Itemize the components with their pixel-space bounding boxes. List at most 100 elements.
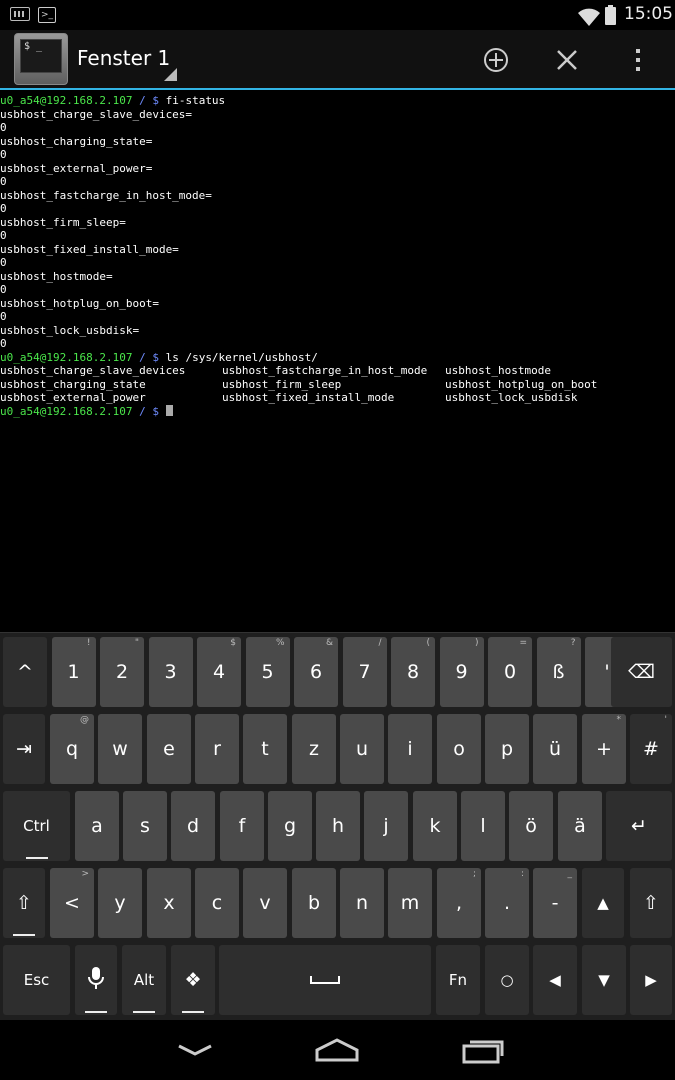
shift-key[interactable]: ⇧	[3, 868, 45, 938]
key-l[interactable]: l	[461, 791, 505, 861]
key-3[interactable]: 3	[148, 637, 193, 707]
key-6[interactable]: 6 &	[294, 637, 338, 707]
key-v[interactable]: v	[243, 868, 287, 938]
key-8[interactable]: 8(	[391, 637, 435, 707]
key-j[interactable]: j	[364, 791, 408, 861]
key-label: ▲	[597, 894, 609, 912]
key-<[interactable]: < >	[50, 868, 94, 938]
key-label: f	[238, 815, 246, 837]
key-r[interactable]: r	[195, 714, 239, 784]
key-label: ö	[525, 815, 537, 837]
recents-icon[interactable]	[458, 1034, 508, 1068]
key-7[interactable]: 7/	[342, 637, 387, 707]
key-label: r	[213, 738, 221, 760]
key-1[interactable]: 1!	[51, 637, 96, 707]
close-window-button[interactable]	[549, 42, 585, 78]
app-icon[interactable]: $ _	[14, 33, 68, 85]
key-ü[interactable]: ü	[533, 714, 577, 784]
key-.[interactable]: .:	[485, 868, 529, 938]
key-label: ⌫	[628, 661, 655, 683]
key-g[interactable]: g	[268, 791, 312, 861]
key-label: g	[283, 815, 297, 837]
key-e[interactable]: e	[147, 714, 191, 784]
arrow-right-key[interactable]: ▶	[630, 945, 672, 1015]
prompt-path: / $	[132, 94, 166, 107]
key-Fn[interactable]: Fn	[436, 945, 480, 1015]
key-y[interactable]: y	[98, 868, 142, 938]
key-Ctrl[interactable]: Ctrl	[3, 791, 70, 861]
key-label: ^	[17, 661, 33, 683]
key-label: k	[429, 815, 441, 837]
key-^[interactable]: ^	[3, 637, 47, 707]
key-#[interactable]: # '	[630, 714, 672, 784]
key-label: p	[500, 738, 514, 760]
tab-key[interactable]: ⇥	[3, 714, 45, 784]
key-ö[interactable]: ö	[509, 791, 553, 861]
special-key[interactable]: ❖	[171, 945, 215, 1015]
enter-key[interactable]: ↵	[606, 791, 672, 861]
key-w[interactable]: w	[98, 714, 142, 784]
key-label: o	[453, 738, 465, 760]
arrow-down-key[interactable]: ▼	[582, 945, 626, 1015]
key-m[interactable]: m	[388, 868, 432, 938]
space-key[interactable]	[219, 945, 431, 1015]
key-h[interactable]: h	[316, 791, 360, 861]
arrow-left-key[interactable]: ◀	[533, 945, 577, 1015]
terminal-output[interactable]: u0_a54@192.168.2.107 / $ fi-status usbhos…	[0, 92, 675, 632]
key-4[interactable]: 4 $	[197, 637, 241, 707]
key-Alt[interactable]: Alt	[122, 945, 166, 1015]
key-u[interactable]: u	[340, 714, 384, 784]
key-p[interactable]: p	[485, 714, 529, 784]
key-label: +	[596, 738, 612, 760]
key--[interactable]: - _	[533, 868, 577, 938]
window-title[interactable]: Fenster 1	[77, 46, 170, 70]
shift-key[interactable]: ⇧	[630, 868, 672, 938]
key-2[interactable]: 2 "	[100, 637, 144, 707]
key-label: ü	[548, 738, 562, 760]
key-label: v	[259, 892, 271, 914]
output-line: 0	[0, 337, 7, 350]
key-Esc[interactable]: Esc	[3, 945, 70, 1015]
key-b[interactable]: b	[292, 868, 336, 938]
key-c[interactable]: c	[195, 868, 239, 938]
key-0[interactable]: 0 =	[488, 637, 532, 707]
output-line: usbhost_external_power=	[0, 161, 153, 175]
key-label: j	[383, 815, 389, 837]
key-a[interactable]: a	[75, 791, 119, 861]
output-line: usbhost_hostmode=	[0, 269, 113, 283]
key-d[interactable]: d	[171, 791, 215, 861]
key-9[interactable]: 9)	[439, 637, 484, 707]
key-sublabel: ?	[570, 638, 576, 648]
backspace-key[interactable]: ⌫	[611, 637, 672, 707]
key-+[interactable]: + *	[582, 714, 626, 784]
prompt-user: u0_a54@192.168.2.107	[0, 350, 133, 364]
key-label: d	[186, 815, 200, 837]
ls-entry: usbhost_charge_slave_devices	[0, 364, 186, 377]
key-s[interactable]: s	[123, 791, 167, 861]
back-icon[interactable]	[170, 1034, 220, 1068]
action-bar: $ _ Fenster 1	[0, 30, 675, 90]
key-n[interactable]: n	[340, 868, 384, 938]
key-label: w	[112, 738, 128, 760]
key-q[interactable]: q @	[50, 714, 94, 784]
add-window-button[interactable]	[478, 42, 514, 78]
app-icon-screen: $ _	[20, 39, 62, 73]
key-x[interactable]: x	[147, 868, 191, 938]
key-f[interactable]: f	[220, 791, 264, 861]
circle-key[interactable]: ○	[485, 945, 529, 1015]
overflow-menu-icon[interactable]	[620, 42, 656, 78]
window-spinner-icon[interactable]	[164, 68, 177, 81]
key-z[interactable]: z	[292, 714, 336, 784]
arrow-up-key[interactable]: ▲	[582, 868, 624, 938]
key-ß[interactable]: ß?	[536, 637, 581, 707]
key-k[interactable]: k	[413, 791, 457, 861]
key-sublabel: )	[474, 638, 479, 648]
home-icon[interactable]	[312, 1034, 362, 1068]
key-t[interactable]: t	[243, 714, 287, 784]
key-o[interactable]: o	[437, 714, 481, 784]
key-i[interactable]: i	[388, 714, 432, 784]
microphone-key[interactable]	[75, 945, 117, 1015]
key-,[interactable]: ,;	[437, 868, 481, 938]
key-ä[interactable]: ä	[558, 791, 602, 861]
key-5[interactable]: 5%	[245, 637, 290, 707]
